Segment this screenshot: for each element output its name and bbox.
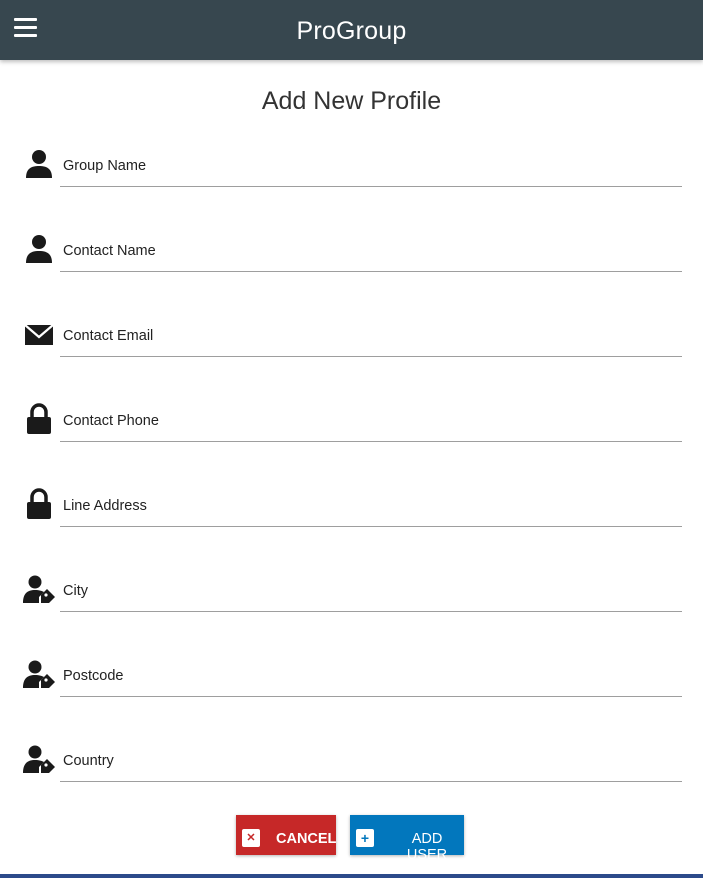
line-address-input[interactable] [60,493,686,525]
group-name-input[interactable] [60,153,686,185]
field-underline [60,611,682,612]
person-icon [26,235,52,263]
field-underline [60,356,682,357]
field-underline [60,526,682,527]
person-icon [26,150,52,178]
contact-name-input[interactable] [60,238,686,270]
cancel-button[interactable]: ✕ CANCEL [236,815,336,855]
lock-icon [27,403,51,434]
contact-email-input[interactable] [60,323,686,355]
field-underline [60,271,682,272]
group-name-field[interactable]: Group Name [0,143,703,203]
bottom-border [0,874,703,878]
field-underline [60,186,682,187]
app-header: ProGroup [0,0,703,60]
field-underline [60,781,682,782]
app-title: ProGroup [296,17,407,45]
country-input[interactable] [60,748,686,780]
city-field[interactable]: City [0,568,703,628]
contact-email-field[interactable]: Contact Email [0,313,703,373]
field-underline [60,441,682,442]
add-user-button-label: ADD USER [406,831,448,863]
person-tag-icon [23,745,55,773]
envelope-icon [24,324,54,345]
plus-icon: + [356,829,374,847]
person-tag-icon [23,660,55,688]
contact-phone-input[interactable] [60,408,686,440]
cancel-button-label: CANCEL [276,831,337,847]
contact-name-field[interactable]: Contact Name [0,228,703,288]
line-address-field[interactable]: Line Address [0,483,703,543]
page-title: Add New Profile [261,87,442,115]
postcode-field[interactable]: Postcode [0,653,703,713]
country-field[interactable]: Country [0,738,703,798]
contact-phone-field[interactable]: Contact Phone [0,398,703,458]
lock-icon [27,488,51,519]
close-icon: ✕ [242,829,260,847]
person-tag-icon [23,575,55,603]
add-user-button[interactable]: + ADD USER [350,815,464,863]
postcode-input[interactable] [60,663,686,695]
field-underline [60,696,682,697]
city-input[interactable] [60,578,686,610]
